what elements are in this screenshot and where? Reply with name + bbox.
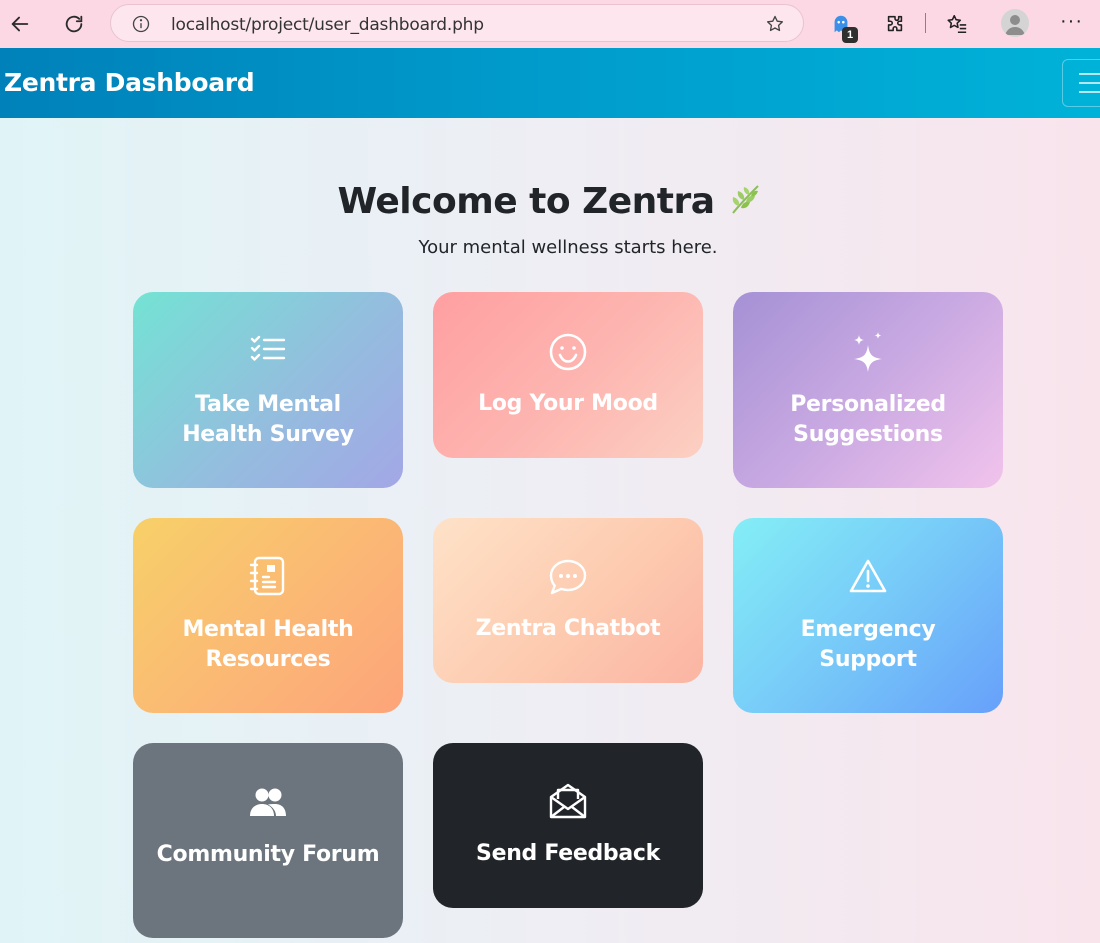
- browser-toolbar: localhost/project/user_dashboard.php 1 ·…: [0, 0, 1100, 48]
- dashboard-main: Welcome to Zentra Your mental wellness s…: [0, 118, 1100, 943]
- hamburger-line: [1079, 91, 1100, 93]
- hamburger-line: [1079, 82, 1100, 84]
- card-log-mood[interactable]: Log Your Mood: [433, 292, 703, 458]
- card-label: Emergency Support: [800, 617, 936, 672]
- card-zentra-chatbot[interactable]: Zentra Chatbot: [433, 518, 703, 683]
- back-arrow-icon: [11, 16, 29, 32]
- favorites-list-icon: [947, 14, 967, 34]
- card-label: Send Feedback: [476, 841, 660, 866]
- card-community-forum[interactable]: Community Forum: [133, 743, 403, 938]
- card-label: Log Your Mood: [478, 391, 658, 416]
- favorites-button[interactable]: [942, 9, 972, 39]
- app-navbar: Zentra Dashboard: [0, 48, 1100, 118]
- page-subtitle: Your mental wellness starts here.: [418, 237, 718, 258]
- extension-badge: 1: [842, 27, 858, 43]
- site-info-icon[interactable]: [131, 14, 151, 34]
- envelope-icon: [549, 783, 587, 819]
- card-mental-health-resources[interactable]: Mental Health Resources: [133, 518, 403, 713]
- brand-title[interactable]: Zentra Dashboard: [4, 68, 255, 97]
- card-personalized-suggestions[interactable]: Personalized Suggestions: [733, 292, 1003, 488]
- back-button[interactable]: [4, 8, 36, 40]
- card-emergency-support[interactable]: Emergency Support: [733, 518, 1003, 713]
- hamburger-line: [1079, 73, 1100, 75]
- profile-avatar[interactable]: [1001, 9, 1029, 37]
- more-menu-icon[interactable]: ···: [1060, 10, 1083, 33]
- card-label: Zentra Chatbot: [475, 616, 661, 641]
- card-label: Personalized Suggestions: [790, 392, 946, 447]
- favorite-star-icon[interactable]: [765, 14, 785, 34]
- card-label: Mental Health Resources: [182, 617, 354, 672]
- herb-leaf-icon: [731, 185, 759, 214]
- reload-button[interactable]: [58, 8, 90, 40]
- address-bar[interactable]: localhost/project/user_dashboard.php: [110, 4, 804, 42]
- card-mental-health-survey[interactable]: Take Mental Health Survey: [133, 292, 403, 488]
- people-icon: [250, 788, 286, 816]
- warning-icon: [849, 559, 887, 593]
- sparkles-icon: [854, 332, 882, 372]
- card-label: Community Forum: [156, 842, 380, 867]
- puzzle-icon: [887, 15, 903, 32]
- avatar-icon: [1005, 15, 1025, 35]
- toolbar-separator: [925, 13, 926, 33]
- card-send-feedback[interactable]: Send Feedback: [433, 743, 703, 908]
- journal-icon: [249, 556, 285, 596]
- page-title-text: Welcome to Zentra: [337, 181, 715, 222]
- page-title: Welcome to Zentra: [0, 181, 1100, 222]
- smiley-icon: [549, 333, 587, 371]
- checklist-icon: [250, 335, 286, 361]
- reload-icon: [65, 15, 83, 33]
- extensions-button[interactable]: [880, 9, 910, 39]
- card-label: Take Mental Health Survey: [182, 392, 354, 447]
- menu-toggle-button[interactable]: [1062, 59, 1100, 107]
- chat-icon: [549, 559, 587, 595]
- url-text[interactable]: localhost/project/user_dashboard.php: [171, 15, 484, 35]
